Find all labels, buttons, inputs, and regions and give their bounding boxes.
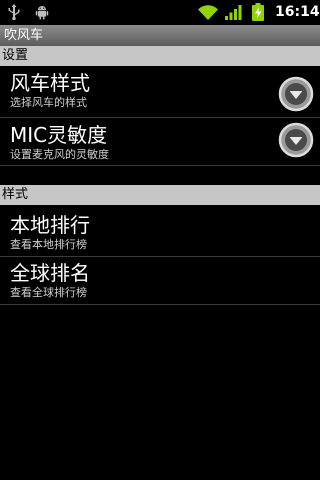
usb-icon xyxy=(8,4,20,20)
status-bar: 16:14 xyxy=(0,0,320,25)
pref-summary: 查看全球排行榜 xyxy=(10,286,87,299)
pref-summary: 查看本地排行榜 xyxy=(10,238,87,251)
category-title: 样式 xyxy=(2,187,29,202)
pref-title: 全球排名 xyxy=(10,261,90,285)
signal-icon xyxy=(225,5,242,20)
wifi-icon xyxy=(198,5,218,20)
pref-local-ranking[interactable]: 本地排行 查看本地排行榜 xyxy=(0,208,320,256)
category-header-style: 样式 xyxy=(0,185,320,205)
divider xyxy=(0,165,320,166)
dropdown-icon[interactable] xyxy=(278,76,314,112)
app-title-bar: 吹风车 xyxy=(0,25,320,46)
pref-title: 本地排行 xyxy=(10,213,90,237)
category-title: 设置 xyxy=(2,48,29,63)
pref-summary: 设置麦克风的灵敏度 xyxy=(10,148,109,161)
pref-windmill-style[interactable]: 风车样式 选择风车的样式 xyxy=(0,66,320,117)
status-time: 16:14 xyxy=(275,4,320,20)
pref-summary: 选择风车的样式 xyxy=(10,96,87,109)
divider xyxy=(0,304,320,305)
battery-charging-icon xyxy=(252,3,264,21)
dropdown-icon[interactable] xyxy=(278,122,314,158)
pref-global-ranking[interactable]: 全球排名 查看全球排行榜 xyxy=(0,256,320,304)
category-header-settings: 设置 xyxy=(0,46,320,66)
app-title: 吹风车 xyxy=(4,28,44,43)
pref-mic-sensitivity[interactable]: MIC灵敏度 设置麦克风的灵敏度 xyxy=(0,118,320,165)
pref-title: MIC灵敏度 xyxy=(10,123,108,147)
pref-title: 风车样式 xyxy=(10,71,90,95)
android-debug-icon xyxy=(35,6,49,20)
